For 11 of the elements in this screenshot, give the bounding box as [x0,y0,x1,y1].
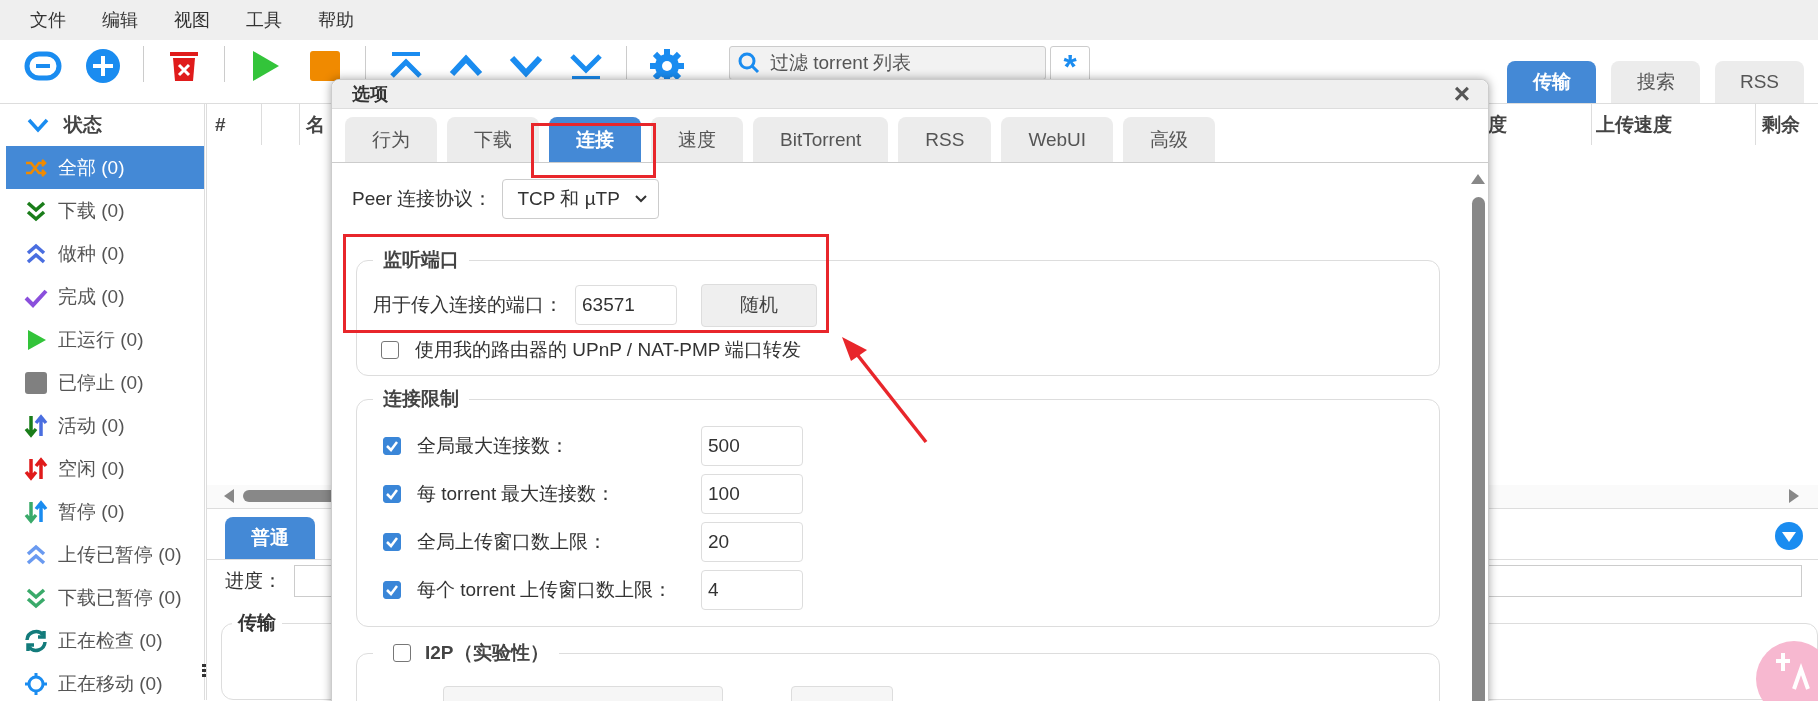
progress-label: 进度： [225,568,282,593]
checkbox-label: 全局最大连接数： [417,434,570,458]
checkbox-label: 全局上传窗口数上限： [417,530,608,554]
field-label: 用于传入连接的端口： [373,293,563,317]
section-title: 状态 [64,113,102,137]
section-title: I2P（实验性） [425,641,549,665]
dialog-title: 选项 [352,83,388,106]
checkbox-label: 每 torrent 最大连接数： [417,482,617,506]
checkbox-label: 每个 torrent 上传窗口数上限： [417,578,674,602]
field-label: Peer 连接协议： [352,187,493,211]
checkbox-label: 使用我的路由器的 UPnP / NAT-PMP 端口转发 [415,338,802,362]
